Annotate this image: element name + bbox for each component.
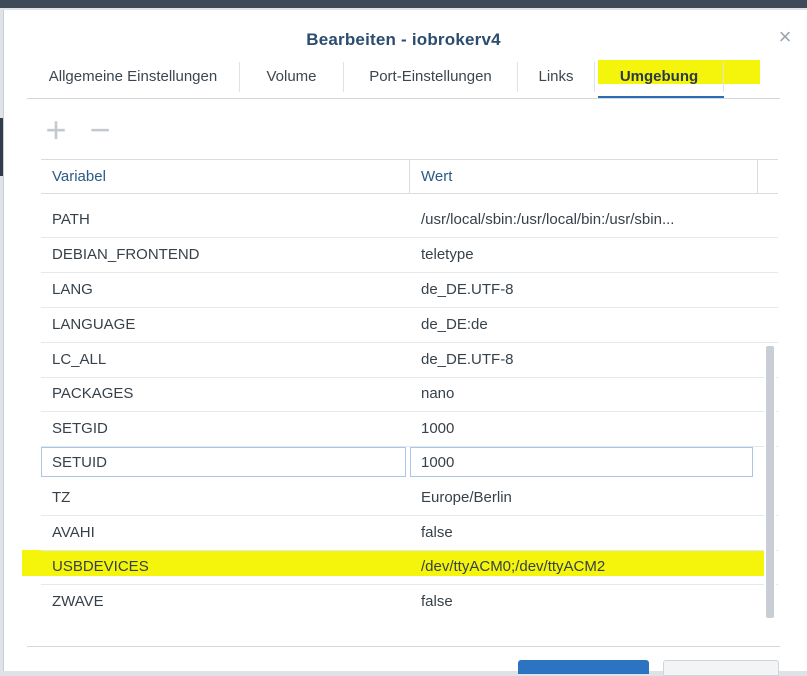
remove-icon[interactable]: − [85,112,115,148]
table-row[interactable]: USBDEVICES /dev/ttyACM0;/dev/ttyACM2 [41,550,778,585]
tab-divider [723,62,724,92]
value-input[interactable] [410,447,753,477]
column-header-value[interactable]: Wert [421,160,452,193]
table-row[interactable]: AVAHI false [41,516,778,551]
table-row-editing[interactable] [41,445,778,479]
column-header-variable[interactable]: Variabel [52,160,106,193]
table-row[interactable]: LANGUAGE de_DE:de [41,308,778,343]
value-cell: teletype [421,246,474,263]
value-cell: false [421,593,453,610]
table-row[interactable]: LC_ALL de_DE.UTF-8 [41,343,778,378]
variable-cell: AVAHI [52,524,95,541]
variable-cell: DEBIAN_FRONTEND [52,246,200,263]
table-row[interactable]: LANG de_DE.UTF-8 [41,273,778,308]
top-window-bar [0,0,807,8]
scrollbar-thumb[interactable] [766,346,774,618]
variable-cell: LANG [52,281,93,298]
variable-cell: USBDEVICES [52,558,149,575]
value-cell: nano [421,385,455,402]
active-tab-indicator [598,96,724,98]
variable-cell: LANGUAGE [52,316,136,333]
footer-divider [27,646,780,647]
table-row[interactable]: PACKAGES nano [41,377,778,412]
value-cell: de_DE.UTF-8 [421,281,514,298]
value-cell: /usr/local/sbin:/usr/local/bin:/usr/sbin… [421,211,675,228]
cancel-button[interactable] [663,660,779,676]
variable-cell: ZWAVE [52,593,104,610]
column-divider [409,160,410,193]
table-header: Variabel Wert [41,159,778,194]
close-icon[interactable]: × [775,26,795,48]
table-row[interactable]: TZ Europe/Berlin [41,481,778,516]
table-row[interactable]: PATH /usr/local/sbin:/usr/local/bin:/usr… [41,203,778,238]
variable-input[interactable] [41,447,406,477]
tab-environment[interactable]: Umgebung [595,58,723,98]
add-icon[interactable]: + [41,112,71,148]
table-row[interactable]: ZWAVE false [41,585,778,619]
tab-port-settings[interactable]: Port-Einstellungen [344,58,517,98]
table-row[interactable]: SETGID 1000 [41,412,778,447]
variable-cell: TZ [52,489,71,506]
tab-bar: Allgemeine Einstellungen Volume Port-Ein… [27,58,780,99]
value-cell: /dev/ttyACM0;/dev/ttyACM2 [421,558,606,575]
variable-cell: SETGID [52,420,108,437]
variable-cell: LC_ALL [52,351,107,368]
tab-volume[interactable]: Volume [240,58,343,98]
ok-button[interactable] [518,660,649,674]
value-cell: de_DE.UTF-8 [421,351,514,368]
value-cell: 1000 [421,420,455,437]
value-cell: Europe/Berlin [421,489,512,506]
tab-links[interactable]: Links [518,58,594,98]
value-cell: false [421,524,453,541]
dialog-title: Bearbeiten - iobrokerv4 [306,30,501,49]
column-divider [757,160,758,193]
value-cell: de_DE:de [421,316,488,333]
table-row[interactable]: DEBIAN_FRONTEND teletype [41,238,778,273]
variable-cell: PACKAGES [52,385,134,402]
tab-general-settings[interactable]: Allgemeine Einstellungen [27,58,239,98]
variable-cell: PATH [52,211,90,228]
